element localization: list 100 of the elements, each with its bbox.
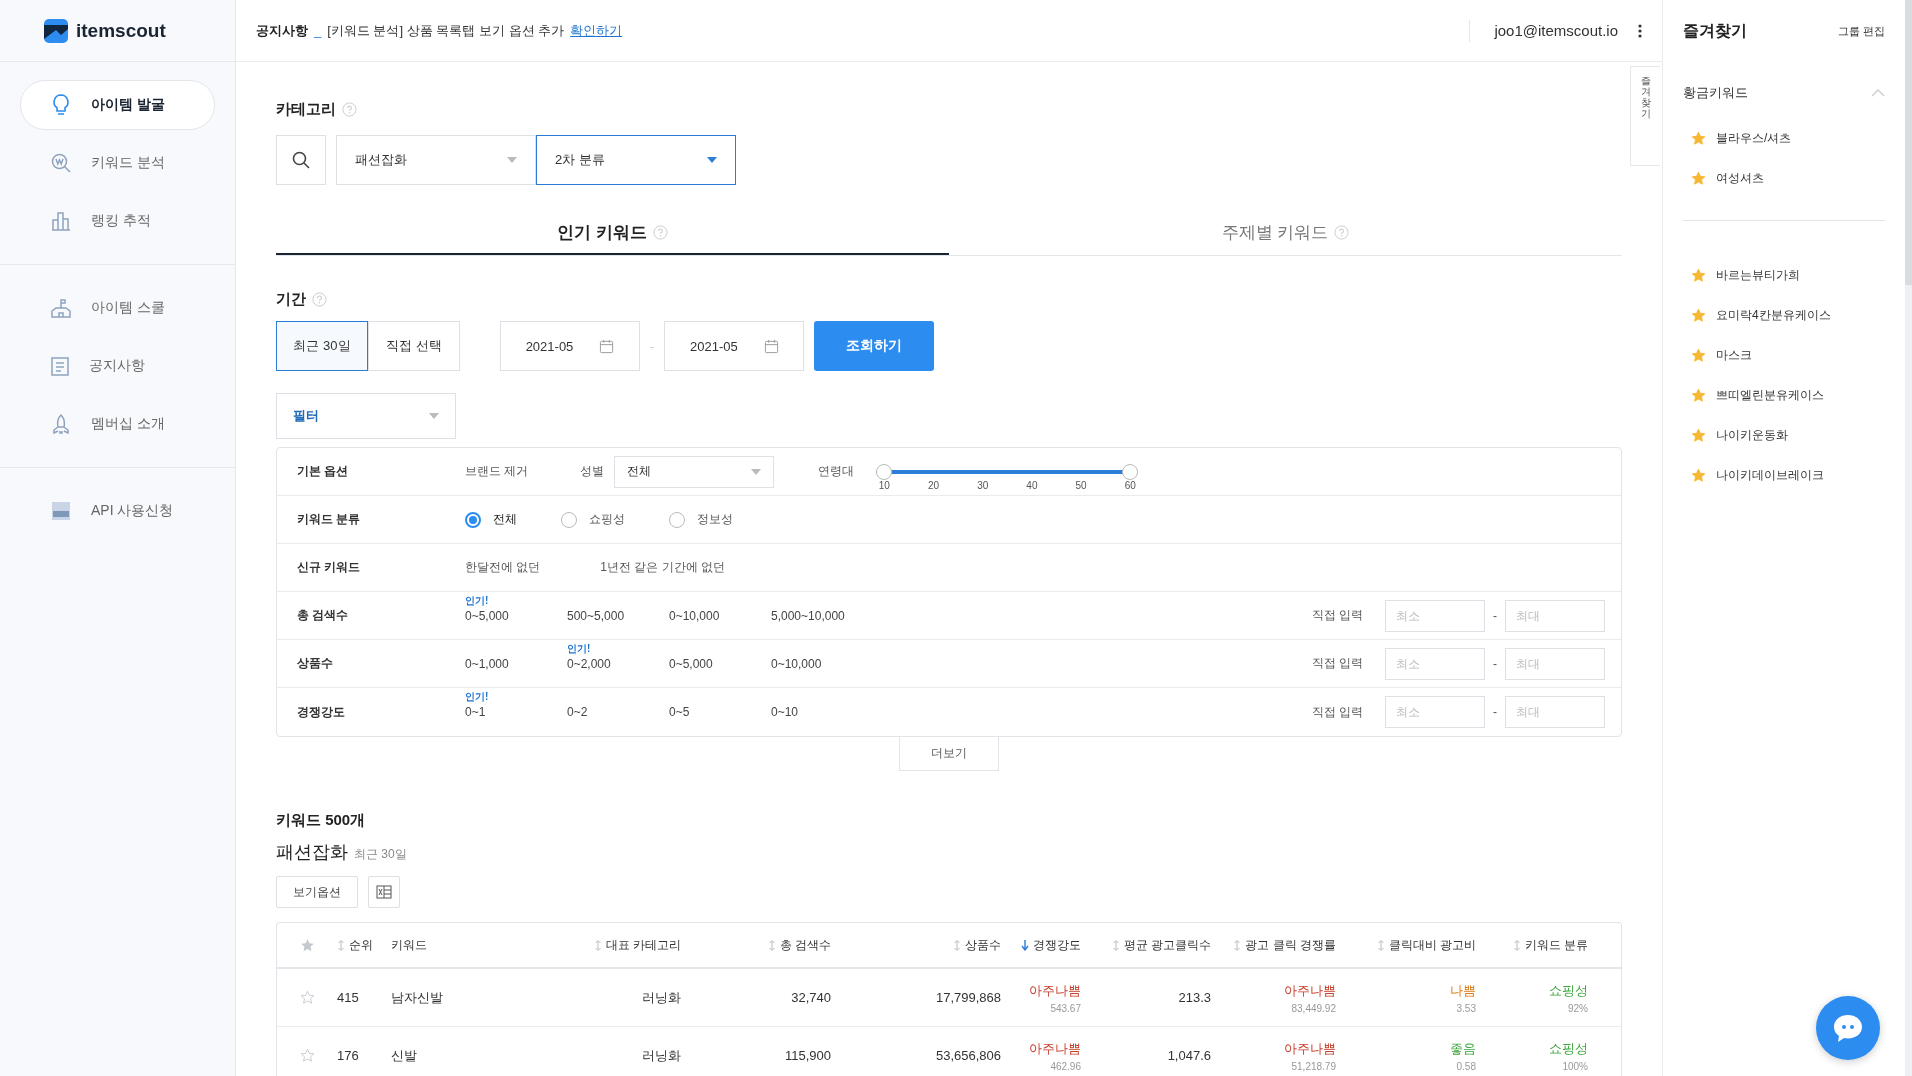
- scrollbar-thumb[interactable]: [1905, 0, 1912, 285]
- star-icon[interactable]: [1691, 427, 1706, 443]
- more-button[interactable]: 더보기: [899, 737, 999, 771]
- nav-item[interactable]: 키워드 분석: [20, 138, 215, 188]
- radio-label[interactable]: 쇼핑성: [589, 511, 625, 528]
- subcategory-select[interactable]: 2차 분류: [536, 135, 736, 185]
- help-icon[interactable]: [312, 292, 327, 307]
- star-icon[interactable]: [299, 990, 315, 1005]
- star-header-icon[interactable]: [299, 937, 315, 953]
- account-email[interactable]: joo1@itemscout.io: [1494, 22, 1618, 39]
- filter-option[interactable]: 0~1,000: [465, 656, 509, 671]
- column-header[interactable]: 광고 클릭 경쟁률: [1221, 936, 1346, 954]
- filter-option[interactable]: 500~5,000: [567, 608, 625, 623]
- nav-item[interactable]: 멤버십 소개: [20, 399, 215, 449]
- tab[interactable]: 주제별 키워드: [949, 211, 1622, 255]
- sort-icon[interactable]: [1512, 939, 1521, 951]
- favorite-item[interactable]: 나이키운동화: [1683, 415, 1885, 455]
- more-menu-icon[interactable]: [1638, 23, 1642, 38]
- nav-item[interactable]: 공지사항: [20, 341, 215, 391]
- nav-item[interactable]: API 사용신청: [20, 486, 215, 536]
- filter-option[interactable]: 0~10: [771, 705, 799, 719]
- min-field[interactable]: 최소: [1385, 647, 1485, 680]
- filter-option[interactable]: 0~10,000: [771, 656, 822, 671]
- radio-label[interactable]: 정보성: [697, 511, 733, 528]
- tab[interactable]: 인기 키워드: [276, 211, 949, 255]
- max-field[interactable]: 최대: [1505, 696, 1605, 728]
- sort-icon[interactable]: [337, 939, 345, 951]
- star-icon[interactable]: [1691, 387, 1706, 403]
- favorite-item[interactable]: 요미락4칸분유케이스: [1683, 295, 1885, 335]
- group-edit-button[interactable]: 그룹 편집: [1837, 23, 1885, 39]
- radio-button[interactable]: [465, 511, 481, 528]
- brand-remove-option[interactable]: 브랜드 제거: [465, 463, 529, 480]
- category-select[interactable]: 패션잡화: [336, 135, 536, 185]
- sort-down-icon[interactable]: [1021, 939, 1029, 951]
- column-header[interactable]: 경쟁강도: [1011, 936, 1091, 954]
- filter-option[interactable]: 0~5: [669, 705, 690, 719]
- keyword-cell[interactable]: 남자신발: [391, 988, 571, 1007]
- sort-icon[interactable]: [767, 939, 776, 951]
- notice-link[interactable]: 확인하기: [570, 21, 623, 40]
- filter-option[interactable]: 한달전에 없던: [465, 559, 541, 576]
- column-header[interactable]: 클릭대비 광고비: [1346, 936, 1486, 954]
- sort-icon[interactable]: [1233, 939, 1242, 951]
- favorite-item[interactable]: 블라우스/셔츠: [1683, 118, 1885, 158]
- filter-option[interactable]: 0~5,000: [669, 656, 713, 671]
- star-icon[interactable]: [1691, 307, 1706, 323]
- excel-button[interactable]: [368, 876, 400, 908]
- filter-option[interactable]: 0~10,000: [669, 608, 720, 623]
- sort-icon[interactable]: [593, 939, 602, 951]
- filter-option[interactable]: 0~5,000: [465, 608, 509, 623]
- age-slider[interactable]: [876, 464, 1139, 480]
- column-header[interactable]: 총 검색수: [691, 936, 841, 954]
- view-options-button[interactable]: 보기옵션: [276, 876, 358, 908]
- sort-icon[interactable]: [1376, 939, 1385, 951]
- nav-item[interactable]: 아이템 발굴: [20, 80, 215, 130]
- max-field[interactable]: 최대: [1505, 647, 1605, 680]
- chat-button[interactable]: [1816, 996, 1880, 1060]
- column-header[interactable]: 상품수: [841, 936, 1011, 954]
- star-icon[interactable]: [1691, 467, 1706, 483]
- filter-option[interactable]: 5,000~10,000: [771, 608, 845, 623]
- column-header[interactable]: 키워드 분류: [1486, 936, 1598, 954]
- star-icon[interactable]: [1691, 267, 1706, 283]
- end-date-field[interactable]: 2021-05: [664, 321, 805, 371]
- filter-option[interactable]: 0~2,000: [567, 656, 611, 671]
- filter-option[interactable]: 1년전 같은 기간에 없던: [600, 559, 726, 576]
- favorite-group-header[interactable]: 황금키워드: [1683, 76, 1885, 110]
- start-date-field[interactable]: 2021-05: [500, 321, 640, 371]
- search-button[interactable]: [276, 135, 326, 185]
- column-header[interactable]: 키워드: [391, 936, 571, 954]
- keyword-cell[interactable]: 신발: [391, 1046, 571, 1065]
- favorite-item[interactable]: 마스크: [1683, 335, 1885, 375]
- nav-item[interactable]: 아이템 스쿨: [20, 283, 215, 333]
- star-icon[interactable]: [1691, 130, 1706, 146]
- radio-button[interactable]: [669, 511, 685, 528]
- favorite-item[interactable]: 쁘띠엘린분유케이스: [1683, 375, 1885, 415]
- column-header[interactable]: 대표 카테고리: [571, 936, 691, 954]
- max-field[interactable]: 최대: [1505, 599, 1605, 632]
- radio-button[interactable]: [561, 511, 577, 528]
- help-icon[interactable]: [1334, 224, 1350, 240]
- favorite-item[interactable]: 여성셔츠: [1683, 158, 1885, 198]
- column-header[interactable]: 순위: [337, 936, 391, 954]
- slider-thumb[interactable]: [876, 464, 893, 480]
- star-icon[interactable]: [1691, 347, 1706, 363]
- help-icon[interactable]: [652, 224, 668, 240]
- radio-label[interactable]: 전체: [493, 511, 517, 528]
- star-icon[interactable]: [1691, 170, 1706, 186]
- help-icon[interactable]: [342, 102, 357, 117]
- gender-select[interactable]: 전체: [614, 455, 775, 488]
- filter-select[interactable]: 필터: [276, 393, 456, 439]
- favorite-item[interactable]: 나이키데이브레이크: [1683, 455, 1885, 495]
- nav-item[interactable]: 랭킹 추적: [20, 196, 215, 246]
- min-field[interactable]: 최소: [1385, 696, 1485, 728]
- favorites-side-tab[interactable]: 즐겨찾기: [1630, 66, 1660, 166]
- min-field[interactable]: 최소: [1385, 599, 1485, 632]
- star-icon[interactable]: [299, 1048, 315, 1063]
- column-header[interactable]: 평균 광고클릭수: [1091, 936, 1221, 954]
- slider-thumb[interactable]: [1122, 464, 1139, 480]
- sort-icon[interactable]: [953, 939, 961, 951]
- sort-icon[interactable]: [1111, 939, 1120, 951]
- period-option[interactable]: 직접 선택: [368, 321, 460, 371]
- filter-option[interactable]: 0~1: [465, 705, 486, 719]
